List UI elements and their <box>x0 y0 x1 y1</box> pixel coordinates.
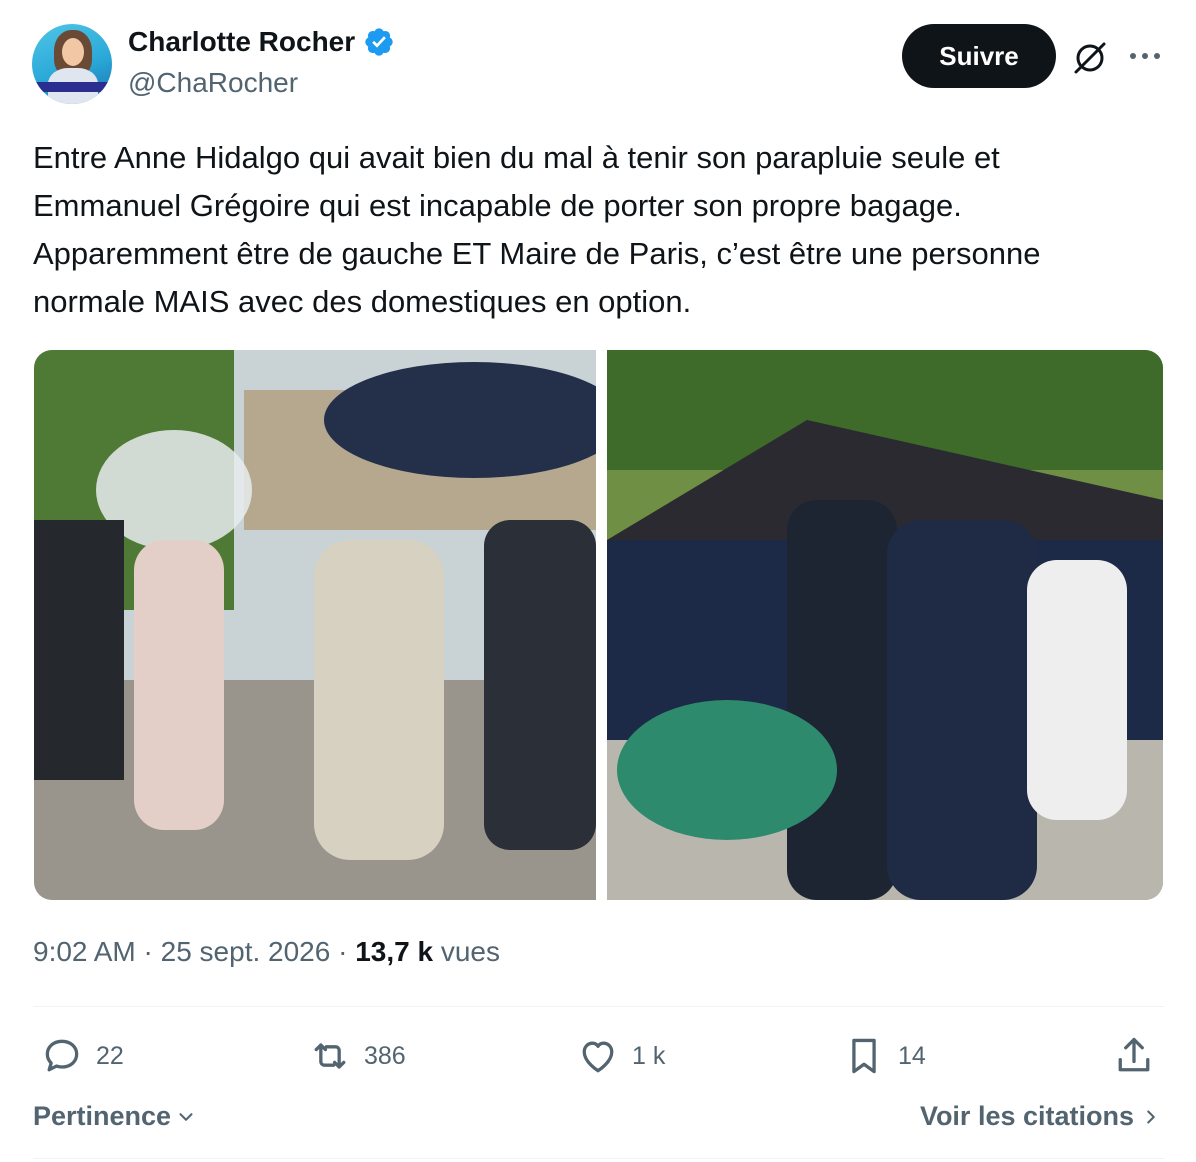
avatar-banner <box>32 82 112 92</box>
views-label: vues <box>433 936 501 967</box>
tweet-date[interactable]: 25 sept. 2026 <box>161 936 331 968</box>
view-quotes-link[interactable]: Voir les citations <box>920 1101 1160 1132</box>
reply-icon <box>45 1039 79 1072</box>
author-name-row: Charlotte Rocher <box>128 26 395 58</box>
photo-icon <box>607 350 1163 900</box>
tweet-photo-1[interactable] <box>34 350 596 900</box>
bookmark-button[interactable]: 14 <box>842 1034 926 1078</box>
meta-separator: · <box>135 936 161 967</box>
repost-count: 386 <box>364 1041 406 1070</box>
follow-button[interactable]: Suivre <box>902 24 1056 88</box>
quotes-label: Voir les citations <box>919 1101 1134 1131</box>
author-display-name[interactable]: Charlotte Rocher <box>128 26 355 58</box>
tweet-text: Entre Anne Hidalgo qui avait bien du mal… <box>33 140 1041 319</box>
bookmark-icon <box>852 1038 876 1074</box>
share-button[interactable] <box>1112 1034 1156 1078</box>
sort-dropdown[interactable]: Pertinence <box>33 1101 197 1132</box>
bookmark-count: 14 <box>898 1041 926 1070</box>
like-count: 1 k <box>632 1041 666 1070</box>
repost-button[interactable]: 386 <box>308 1034 406 1078</box>
tweet-time[interactable]: 9:02 AM <box>33 936 136 968</box>
author-handle[interactable]: @ChaRocher <box>128 67 298 99</box>
reply-count: 22 <box>96 1041 124 1070</box>
divider <box>33 1158 1164 1159</box>
grok-icon[interactable] <box>1070 38 1110 78</box>
repost-icon <box>314 1043 346 1069</box>
avatar-face <box>62 38 84 66</box>
meta-separator: · <box>330 936 356 967</box>
tweet-meta: 9:02 AM · 25 sept. 2026 · 13,7 k vues <box>33 936 500 968</box>
chevron-down-icon <box>179 1112 193 1121</box>
chevron-right-icon <box>1147 1109 1155 1124</box>
views-count: 13,7 k <box>355 936 434 967</box>
sort-label: Pertinence <box>33 1101 172 1131</box>
more-options-icon[interactable] <box>1126 46 1164 66</box>
heart-icon <box>582 1041 614 1073</box>
share-icon <box>1118 1037 1150 1072</box>
divider <box>33 1006 1164 1007</box>
reply-button[interactable]: 22 <box>40 1034 124 1078</box>
tweet-photo-2[interactable] <box>607 350 1163 900</box>
verified-badge-icon <box>365 28 393 56</box>
avatar[interactable] <box>32 24 112 104</box>
photo-icon <box>34 350 596 900</box>
like-button[interactable]: 1 k <box>576 1034 665 1078</box>
